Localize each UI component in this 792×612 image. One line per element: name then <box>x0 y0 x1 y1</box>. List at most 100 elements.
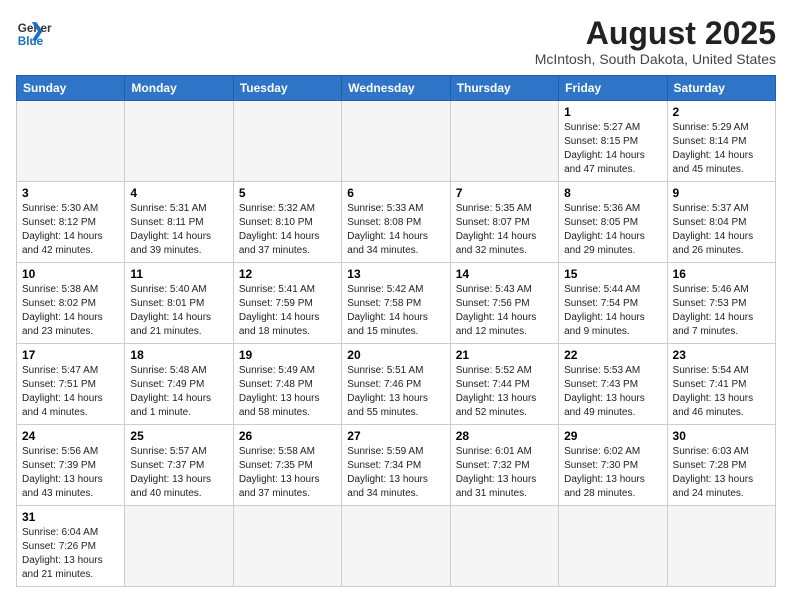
day-number: 3 <box>22 186 119 200</box>
day-number: 23 <box>673 348 770 362</box>
calendar-day-cell <box>233 506 341 587</box>
calendar-day-cell <box>342 506 450 587</box>
calendar-day-cell: 20Sunrise: 5:51 AM Sunset: 7:46 PM Dayli… <box>342 344 450 425</box>
day-number: 26 <box>239 429 336 443</box>
calendar-week-row: 1Sunrise: 5:27 AM Sunset: 8:15 PM Daylig… <box>17 101 776 182</box>
calendar-day-cell: 15Sunrise: 5:44 AM Sunset: 7:54 PM Dayli… <box>559 263 667 344</box>
day-info: Sunrise: 5:40 AM Sunset: 8:01 PM Dayligh… <box>130 283 227 339</box>
calendar-day-cell <box>17 101 125 182</box>
calendar-day-cell: 19Sunrise: 5:49 AM Sunset: 7:48 PM Dayli… <box>233 344 341 425</box>
calendar-body: 1Sunrise: 5:27 AM Sunset: 8:15 PM Daylig… <box>17 101 776 587</box>
day-number: 28 <box>456 429 553 443</box>
day-info: Sunrise: 5:33 AM Sunset: 8:08 PM Dayligh… <box>347 202 444 258</box>
weekday-header-cell: Wednesday <box>342 76 450 101</box>
calendar-day-cell: 31Sunrise: 6:04 AM Sunset: 7:26 PM Dayli… <box>17 506 125 587</box>
day-info: Sunrise: 5:54 AM Sunset: 7:41 PM Dayligh… <box>673 364 770 420</box>
day-number: 30 <box>673 429 770 443</box>
calendar-day-cell: 26Sunrise: 5:58 AM Sunset: 7:35 PM Dayli… <box>233 425 341 506</box>
day-number: 21 <box>456 348 553 362</box>
calendar-day-cell: 5 Sunrise: 5:32 AM Sunset: 8:10 PM Daylig… <box>233 182 341 263</box>
day-info: Sunrise: 5:53 AM Sunset: 7:43 PM Dayligh… <box>564 364 661 420</box>
day-number: 25 <box>130 429 227 443</box>
calendar-week-row: 10Sunrise: 5:38 AM Sunset: 8:02 PM Dayli… <box>17 263 776 344</box>
day-number: 7 <box>456 186 553 200</box>
calendar-day-cell: 14Sunrise: 5:43 AM Sunset: 7:56 PM Dayli… <box>450 263 558 344</box>
day-number: 2 <box>673 105 770 119</box>
day-info: Sunrise: 5:59 AM Sunset: 7:34 PM Dayligh… <box>347 445 444 501</box>
calendar-day-cell: 10Sunrise: 5:38 AM Sunset: 8:02 PM Dayli… <box>17 263 125 344</box>
day-info: Sunrise: 5:38 AM Sunset: 8:02 PM Dayligh… <box>22 283 119 339</box>
day-number: 18 <box>130 348 227 362</box>
weekday-header-row: SundayMondayTuesdayWednesdayThursdayFrid… <box>17 76 776 101</box>
day-info: Sunrise: 5:56 AM Sunset: 7:39 PM Dayligh… <box>22 445 119 501</box>
calendar-day-cell <box>233 101 341 182</box>
day-number: 22 <box>564 348 661 362</box>
calendar-day-cell: 3 Sunrise: 5:30 AM Sunset: 8:12 PM Daylig… <box>17 182 125 263</box>
day-number: 5 <box>239 186 336 200</box>
day-info: Sunrise: 5:30 AM Sunset: 8:12 PM Dayligh… <box>22 202 119 258</box>
weekday-header-cell: Sunday <box>17 76 125 101</box>
day-info: Sunrise: 5:31 AM Sunset: 8:11 PM Dayligh… <box>130 202 227 258</box>
day-info: Sunrise: 5:48 AM Sunset: 7:49 PM Dayligh… <box>130 364 227 420</box>
page-header: General Blue August 2025 McIntosh, South… <box>16 16 776 67</box>
day-info: Sunrise: 5:27 AM Sunset: 8:15 PM Dayligh… <box>564 121 661 177</box>
day-info: Sunrise: 5:41 AM Sunset: 7:59 PM Dayligh… <box>239 283 336 339</box>
calendar-day-cell <box>559 506 667 587</box>
day-info: Sunrise: 5:43 AM Sunset: 7:56 PM Dayligh… <box>456 283 553 339</box>
calendar-subtitle: McIntosh, South Dakota, United States <box>535 51 776 67</box>
day-number: 13 <box>347 267 444 281</box>
svg-text:Blue: Blue <box>18 35 44 48</box>
calendar-day-cell: 30 Sunrise: 6:03 AM Sunset: 7:28 PM Dayli… <box>667 425 775 506</box>
day-info: Sunrise: 5:42 AM Sunset: 7:58 PM Dayligh… <box>347 283 444 339</box>
day-number: 29 <box>564 429 661 443</box>
calendar-day-cell: 22 Sunrise: 5:53 AM Sunset: 7:43 PM Dayli… <box>559 344 667 425</box>
calendar-day-cell: 16 Sunrise: 5:46 AM Sunset: 7:53 PM Dayli… <box>667 263 775 344</box>
calendar-day-cell: 21Sunrise: 5:52 AM Sunset: 7:44 PM Dayli… <box>450 344 558 425</box>
calendar-title: August 2025 <box>535 16 776 51</box>
day-info: Sunrise: 6:01 AM Sunset: 7:32 PM Dayligh… <box>456 445 553 501</box>
day-info: Sunrise: 5:32 AM Sunset: 8:10 PM Dayligh… <box>239 202 336 258</box>
day-info: Sunrise: 5:37 AM Sunset: 8:04 PM Dayligh… <box>673 202 770 258</box>
day-info: Sunrise: 5:46 AM Sunset: 7:53 PM Dayligh… <box>673 283 770 339</box>
day-number: 4 <box>130 186 227 200</box>
calendar-day-cell: 9 Sunrise: 5:37 AM Sunset: 8:04 PM Daylig… <box>667 182 775 263</box>
weekday-header-cell: Tuesday <box>233 76 341 101</box>
calendar-day-cell: 28 Sunrise: 6:01 AM Sunset: 7:32 PM Dayli… <box>450 425 558 506</box>
day-number: 6 <box>347 186 444 200</box>
calendar-day-cell: 27Sunrise: 5:59 AM Sunset: 7:34 PM Dayli… <box>342 425 450 506</box>
calendar-day-cell <box>125 101 233 182</box>
calendar-day-cell <box>667 506 775 587</box>
day-number: 17 <box>22 348 119 362</box>
calendar-day-cell: 4 Sunrise: 5:31 AM Sunset: 8:11 PM Daylig… <box>125 182 233 263</box>
calendar-week-row: 3 Sunrise: 5:30 AM Sunset: 8:12 PM Daylig… <box>17 182 776 263</box>
day-number: 12 <box>239 267 336 281</box>
day-number: 20 <box>347 348 444 362</box>
logo-icon: General Blue <box>16 16 52 52</box>
day-info: Sunrise: 5:29 AM Sunset: 8:14 PM Dayligh… <box>673 121 770 177</box>
day-info: Sunrise: 5:47 AM Sunset: 7:51 PM Dayligh… <box>22 364 119 420</box>
day-info: Sunrise: 6:03 AM Sunset: 7:28 PM Dayligh… <box>673 445 770 501</box>
day-info: Sunrise: 6:02 AM Sunset: 7:30 PM Dayligh… <box>564 445 661 501</box>
day-number: 8 <box>564 186 661 200</box>
day-number: 9 <box>673 186 770 200</box>
calendar-week-row: 24Sunrise: 5:56 AM Sunset: 7:39 PM Dayli… <box>17 425 776 506</box>
calendar-day-cell <box>342 101 450 182</box>
day-number: 15 <box>564 267 661 281</box>
weekday-header-cell: Monday <box>125 76 233 101</box>
logo: General Blue <box>16 16 52 52</box>
calendar-day-cell: 8 Sunrise: 5:36 AM Sunset: 8:05 PM Daylig… <box>559 182 667 263</box>
title-area: August 2025 McIntosh, South Dakota, Unit… <box>535 16 776 67</box>
calendar-day-cell: 1Sunrise: 5:27 AM Sunset: 8:15 PM Daylig… <box>559 101 667 182</box>
calendar-table: SundayMondayTuesdayWednesdayThursdayFrid… <box>16 75 776 587</box>
calendar-week-row: 31Sunrise: 6:04 AM Sunset: 7:26 PM Dayli… <box>17 506 776 587</box>
day-number: 16 <box>673 267 770 281</box>
day-number: 19 <box>239 348 336 362</box>
calendar-day-cell: 2 Sunrise: 5:29 AM Sunset: 8:14 PM Daylig… <box>667 101 775 182</box>
calendar-week-row: 17 Sunrise: 5:47 AM Sunset: 7:51 PM Dayli… <box>17 344 776 425</box>
calendar-day-cell: 17 Sunrise: 5:47 AM Sunset: 7:51 PM Dayli… <box>17 344 125 425</box>
calendar-day-cell: 11Sunrise: 5:40 AM Sunset: 8:01 PM Dayli… <box>125 263 233 344</box>
calendar-day-cell: 29 Sunrise: 6:02 AM Sunset: 7:30 PM Dayli… <box>559 425 667 506</box>
day-info: Sunrise: 5:35 AM Sunset: 8:07 PM Dayligh… <box>456 202 553 258</box>
day-info: Sunrise: 5:36 AM Sunset: 8:05 PM Dayligh… <box>564 202 661 258</box>
calendar-day-cell <box>450 506 558 587</box>
